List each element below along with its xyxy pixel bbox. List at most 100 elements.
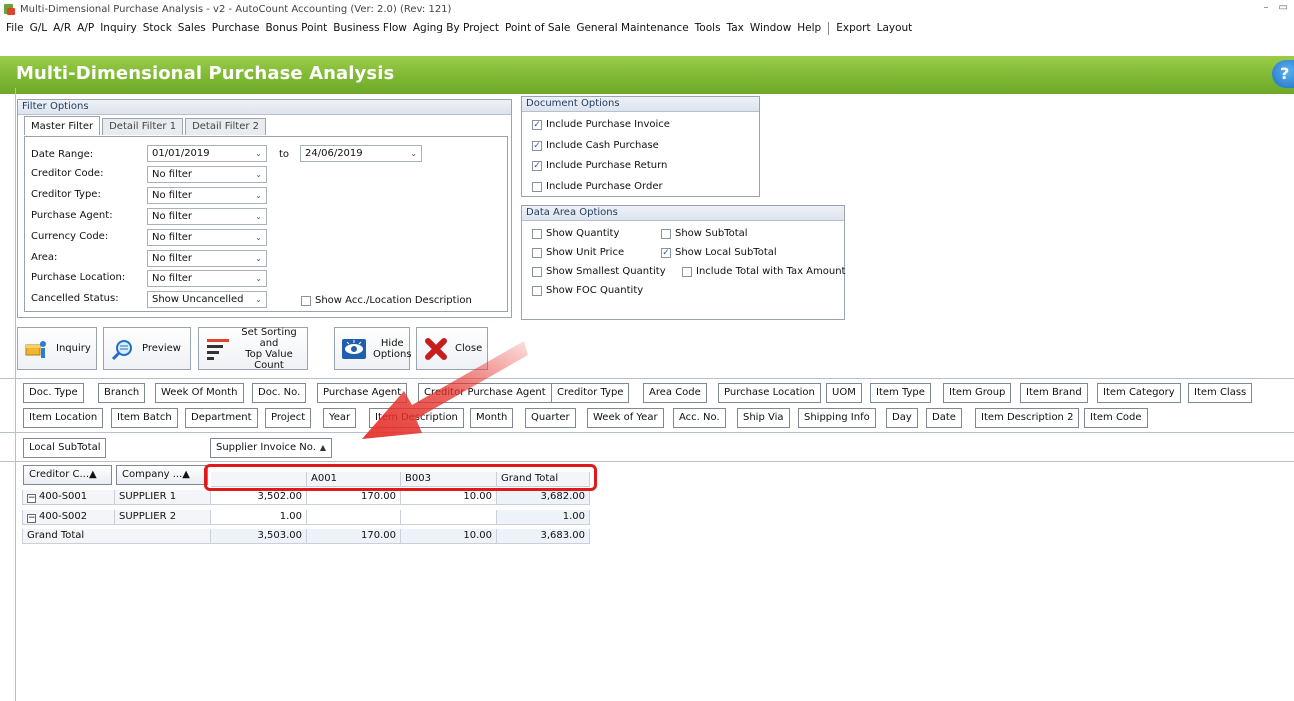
field-week-of-year[interactable]: Week of Year <box>587 408 664 428</box>
menu-gl[interactable]: G/L <box>27 22 51 34</box>
checkbox-checked-icon[interactable]: ✓ <box>532 160 542 171</box>
field-doc-type[interactable]: Doc. Type <box>23 383 84 403</box>
show-smallest-quantity-checkbox[interactable]: Show Smallest Quantity <box>532 266 666 277</box>
include-purchase-invoice-checkbox[interactable]: ✓ Include Purchase Invoice <box>532 119 670 130</box>
field-purchase-location[interactable]: Purchase Location <box>718 383 821 403</box>
field-item-code[interactable]: Item Code <box>1084 408 1148 428</box>
menu-tax[interactable]: Tax <box>724 22 747 34</box>
menu-file[interactable]: File <box>3 22 27 34</box>
tab-detail-filter-2[interactable]: Detail Filter 2 <box>185 118 267 135</box>
field-department[interactable]: Department <box>185 408 258 428</box>
date-from-select[interactable]: 01/01/2019 ⌄ <box>147 145 267 162</box>
chevron-down-icon[interactable]: ⌄ <box>255 188 262 203</box>
field-item-group[interactable]: Item Group <box>943 383 1012 403</box>
field-item-class[interactable]: Item Class <box>1188 383 1253 403</box>
checkbox-icon[interactable] <box>532 266 542 277</box>
column-field-supplier-invoice-no[interactable]: Supplier Invoice No. ▲ <box>210 438 333 458</box>
purchase-agent-select[interactable]: No filter ⌄ <box>147 208 267 225</box>
include-total-with-tax-checkbox[interactable]: Include Total with Tax Amount <box>682 266 845 277</box>
field-ship-via[interactable]: Ship Via <box>737 408 790 428</box>
checkbox-icon[interactable] <box>301 295 311 306</box>
menu-help[interactable]: Help <box>794 22 824 34</box>
checkbox-icon[interactable] <box>532 181 542 192</box>
checkbox-icon[interactable] <box>682 266 692 277</box>
field-date[interactable]: Date <box>926 408 962 428</box>
tab-master-filter[interactable]: Master Filter <box>24 116 101 135</box>
menu-aging-by-project[interactable]: Aging By Project <box>410 22 502 34</box>
creditor-code-select[interactable]: No filter ⌄ <box>147 166 267 183</box>
include-purchase-order-checkbox[interactable]: Include Purchase Order <box>532 181 663 192</box>
field-item-type[interactable]: Item Type <box>870 383 931 403</box>
row-header-400-s001[interactable]: −400-S001 <box>22 490 115 505</box>
field-item-location[interactable]: Item Location <box>23 408 104 428</box>
menu-inquiry[interactable]: Inquiry <box>97 22 140 34</box>
collapse-icon[interactable]: − <box>27 494 36 503</box>
chevron-down-icon[interactable]: ⌄ <box>255 230 262 245</box>
field-quarter[interactable]: Quarter <box>525 408 576 428</box>
show-unit-price-checkbox[interactable]: Show Unit Price <box>532 247 624 258</box>
include-cash-purchase-checkbox[interactable]: ✓ Include Cash Purchase <box>532 140 659 151</box>
row-field-company[interactable]: Company ...▲ <box>116 465 208 485</box>
chevron-down-icon[interactable]: ⌄ <box>255 146 262 161</box>
menu-ap[interactable]: A/P <box>74 22 97 34</box>
field-shipping-info[interactable]: Shipping Info <box>798 408 876 428</box>
chevron-down-icon[interactable]: ⌄ <box>410 146 417 161</box>
date-to-select[interactable]: 24/06/2019 ⌄ <box>300 145 422 162</box>
menu-sales[interactable]: Sales <box>175 22 209 34</box>
chevron-down-icon[interactable]: ⌄ <box>255 251 262 266</box>
show-local-subtotal-checkbox[interactable]: ✓ Show Local SubTotal <box>661 247 777 258</box>
menu-stock[interactable]: Stock <box>140 22 175 34</box>
purchase-location-select[interactable]: No filter ⌄ <box>147 270 267 287</box>
field-acc-no[interactable]: Acc. No. <box>673 408 726 428</box>
menu-window[interactable]: Window <box>747 22 794 34</box>
menu-point-of-sale[interactable]: Point of Sale <box>502 22 573 34</box>
tab-detail-filter-1[interactable]: Detail Filter 1 <box>102 118 184 135</box>
chevron-down-icon[interactable]: ⌄ <box>255 209 262 224</box>
field-day[interactable]: Day <box>886 408 918 428</box>
field-area-code[interactable]: Area Code <box>643 383 707 403</box>
creditor-type-select[interactable]: No filter ⌄ <box>147 187 267 204</box>
field-uom[interactable]: UOM <box>826 383 862 403</box>
set-sorting-button[interactable]: Set Sorting and Top Value Count <box>198 327 308 371</box>
menu-export[interactable]: Export <box>833 22 873 34</box>
field-branch[interactable]: Branch <box>98 383 146 403</box>
show-quantity-checkbox[interactable]: Show Quantity <box>532 228 619 239</box>
menu-bonus-point[interactable]: Bonus Point <box>262 22 330 34</box>
menu-general-maintenance[interactable]: General Maintenance <box>573 22 691 34</box>
minimize-button[interactable]: – <box>1264 2 1269 13</box>
chevron-down-icon[interactable]: ⌄ <box>255 167 262 182</box>
menu-tools[interactable]: Tools <box>692 22 724 34</box>
row-header-400-s002[interactable]: −400-S002 <box>22 510 115 525</box>
chevron-down-icon[interactable]: ⌄ <box>255 292 262 307</box>
field-item-batch[interactable]: Item Batch <box>111 408 178 428</box>
checkbox-checked-icon[interactable]: ✓ <box>532 140 542 151</box>
data-field-local-subtotal[interactable]: Local SubTotal <box>23 438 107 458</box>
menu-business-flow[interactable]: Business Flow <box>330 22 410 34</box>
checkbox-icon[interactable] <box>532 285 542 296</box>
cancelled-status-select[interactable]: Show Uncancelled ⌄ <box>147 291 267 308</box>
field-week-of-month[interactable]: Week Of Month <box>155 383 244 403</box>
menu-layout[interactable]: Layout <box>874 22 916 34</box>
include-purchase-return-checkbox[interactable]: ✓ Include Purchase Return <box>532 160 667 171</box>
field-item-category[interactable]: Item Category <box>1097 383 1181 403</box>
menu-ar[interactable]: A/R <box>50 22 74 34</box>
checkbox-checked-icon[interactable]: ✓ <box>661 247 671 258</box>
field-doc-no[interactable]: Doc. No. <box>252 383 307 403</box>
field-creditor-type[interactable]: Creditor Type <box>551 383 630 403</box>
menu-purchase[interactable]: Purchase <box>209 22 263 34</box>
show-acc-location-checkbox[interactable]: Show Acc./Location Description <box>301 295 472 306</box>
currency-code-select[interactable]: No filter ⌄ <box>147 229 267 246</box>
field-item-description-2[interactable]: Item Description 2 <box>975 408 1080 428</box>
checkbox-icon[interactable] <box>661 228 671 239</box>
checkbox-checked-icon[interactable]: ✓ <box>532 119 542 130</box>
preview-button[interactable]: Preview <box>103 327 191 370</box>
inquiry-button[interactable]: Inquiry <box>17 327 97 370</box>
area-select[interactable]: No filter ⌄ <box>147 250 267 267</box>
checkbox-icon[interactable] <box>532 247 542 258</box>
help-icon[interactable]: ? <box>1272 60 1294 88</box>
restore-button[interactable]: ▭ <box>1279 2 1288 13</box>
chevron-down-icon[interactable]: ⌄ <box>255 271 262 286</box>
field-item-brand[interactable]: Item Brand <box>1020 383 1088 403</box>
collapse-icon[interactable]: − <box>27 514 36 523</box>
row-field-creditor-code[interactable]: Creditor C...▲ <box>23 465 112 485</box>
